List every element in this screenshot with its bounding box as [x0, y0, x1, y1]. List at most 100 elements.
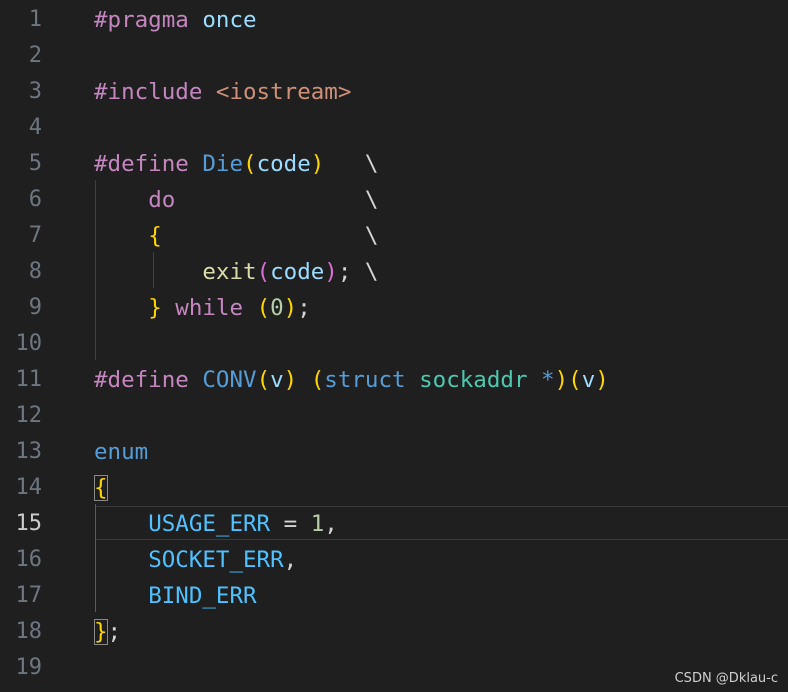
- code-text: #define Die(code) \: [94, 146, 378, 182]
- code-line[interactable]: 8 exit(code); \: [0, 254, 788, 290]
- code-line[interactable]: 19: [0, 650, 788, 686]
- watermark: CSDN @Dklau-c: [674, 671, 778, 686]
- code-token: ): [324, 259, 338, 285]
- code-line[interactable]: 6 do \: [0, 182, 788, 218]
- line-number: 7: [28, 223, 42, 248]
- code-token: (: [243, 151, 257, 177]
- code-token: #define: [94, 367, 203, 393]
- line-number: 4: [28, 115, 42, 140]
- code-text: enum: [94, 434, 148, 470]
- line-number: 8: [28, 259, 42, 284]
- code-token: ,: [324, 511, 338, 537]
- code-token: do: [148, 187, 176, 213]
- code-token: }: [94, 619, 108, 645]
- code-token: \: [161, 223, 379, 249]
- code-token: struct: [324, 367, 406, 393]
- code-line[interactable]: 12: [0, 398, 788, 434]
- code-token: (: [310, 367, 325, 393]
- line-number: 6: [28, 187, 42, 212]
- code-line[interactable]: 3 #include <iostream>: [0, 74, 788, 110]
- code-line[interactable]: 4: [0, 110, 788, 146]
- code-text: #include <iostream>: [94, 74, 351, 110]
- code-text: SOCKET_ERR,: [94, 542, 297, 578]
- code-token: ;: [107, 619, 122, 645]
- code-line[interactable]: 15 USAGE_ERR = 1,: [0, 506, 788, 542]
- code-line[interactable]: 16 SOCKET_ERR,: [0, 542, 788, 578]
- code-token: code: [270, 259, 325, 285]
- code-line[interactable]: 5 #define Die(code) \: [0, 146, 788, 182]
- code-token: (: [256, 295, 271, 321]
- code-line[interactable]: 17 BIND_ERR: [0, 578, 788, 614]
- code-line[interactable]: 2: [0, 38, 788, 74]
- code-token: #pragma: [94, 7, 203, 33]
- code-token: ): [283, 367, 298, 393]
- code-token: v: [581, 367, 596, 393]
- code-token: {: [94, 475, 108, 501]
- line-number: 19: [15, 655, 43, 680]
- code-token: sockaddr: [419, 367, 528, 393]
- code-token: ): [595, 367, 609, 393]
- code-token: #define: [94, 151, 203, 177]
- line-number: 17: [15, 583, 43, 608]
- code-editor[interactable]: 1 #pragma once 2 3 #include <iostream> 4 5 #def…: [0, 0, 788, 692]
- line-number: 12: [15, 403, 43, 428]
- line-number: 14: [15, 475, 43, 500]
- line-number: 3: [28, 79, 42, 104]
- code-token: CONV: [202, 367, 257, 393]
- code-token: \: [175, 187, 379, 213]
- code-text: #define CONV(v) (struct sockaddr *)(v): [94, 362, 609, 398]
- code-token: once: [202, 7, 257, 33]
- code-token: enum: [94, 439, 149, 465]
- line-number: 10: [15, 331, 43, 356]
- code-text: USAGE_ERR = 1,: [94, 506, 338, 542]
- code-token: Die: [202, 151, 244, 177]
- code-token: v: [270, 367, 284, 393]
- line-number: 18: [15, 619, 43, 644]
- code-line[interactable]: 9 } while (0);: [0, 290, 788, 326]
- code-token: 0: [270, 295, 284, 321]
- line-number: 1: [28, 7, 42, 32]
- code-token: {: [148, 223, 162, 249]
- code-text: BIND_ERR: [94, 578, 256, 614]
- code-line[interactable]: 13 enum: [0, 434, 788, 470]
- code-line[interactable]: 10: [0, 326, 788, 362]
- code-text: exit(code); \: [94, 254, 378, 290]
- code-token: #include: [94, 79, 216, 105]
- code-token: *: [541, 367, 555, 393]
- code-token: while: [175, 295, 244, 321]
- code-text: { \: [94, 218, 378, 254]
- line-number: 2: [28, 43, 42, 68]
- code-token: ): [310, 151, 325, 177]
- code-line[interactable]: 14 {: [0, 470, 788, 506]
- line-number: 13: [15, 439, 43, 464]
- code-text: };: [94, 614, 121, 650]
- code-token: 1: [310, 511, 325, 537]
- code-line[interactable]: 1 #pragma once: [0, 2, 788, 38]
- code-token: ; \: [337, 259, 379, 285]
- code-token: =: [270, 511, 311, 537]
- code-token: }: [148, 295, 162, 321]
- code-token: ): [554, 367, 569, 393]
- line-number: 16: [15, 547, 43, 572]
- code-text: #pragma once: [94, 2, 257, 38]
- code-text: {: [94, 470, 108, 506]
- line-number: 9: [28, 295, 42, 320]
- code-line[interactable]: 7 { \: [0, 218, 788, 254]
- code-text: do \: [94, 182, 378, 218]
- code-token: USAGE_ERR: [148, 511, 271, 537]
- code-token: SOCKET_ERR: [148, 547, 284, 573]
- code-line[interactable]: 18};: [0, 614, 788, 650]
- code-token: ;: [297, 295, 311, 321]
- code-token: code: [256, 151, 311, 177]
- line-number: 15: [15, 511, 43, 536]
- code-token: exit: [202, 259, 257, 285]
- code-line[interactable]: 11 #define CONV(v) (struct sockaddr *)(v): [0, 362, 788, 398]
